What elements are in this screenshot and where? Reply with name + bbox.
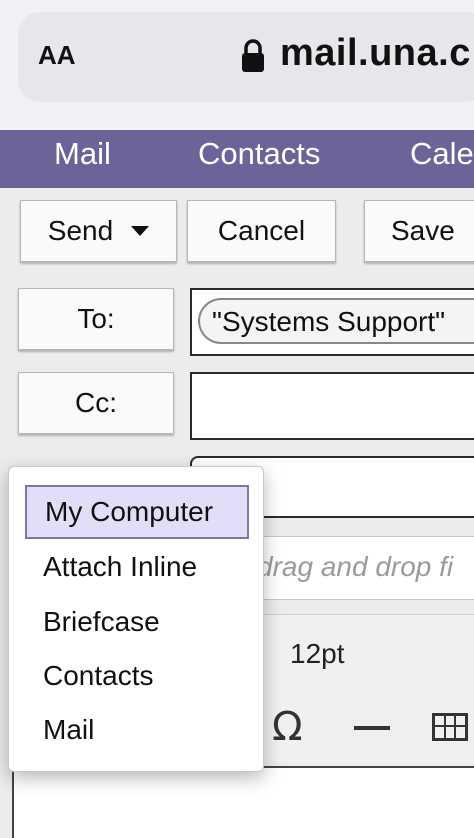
table-icon[interactable] — [432, 713, 468, 741]
menu-item-my-computer[interactable]: My Computer — [25, 485, 249, 539]
menu-item-attach-inline[interactable]: Attach Inline — [25, 540, 249, 594]
cancel-label: Cancel — [217, 215, 306, 246]
horizontal-rule-icon[interactable] — [354, 726, 390, 730]
drop-hint: drag and drop fi — [257, 551, 454, 582]
message-body-editor[interactable] — [12, 766, 474, 838]
attach-menu: My Computer Attach Inline Briefcase Cont… — [8, 466, 264, 772]
send-label: Send — [47, 215, 114, 246]
chevron-down-icon[interactable] — [131, 226, 150, 236]
nav-tab-mail[interactable]: Mail — [54, 136, 111, 172]
menu-item-briefcase[interactable]: Briefcase — [25, 595, 249, 649]
browser-address-bar: AA mail.una.c — [0, 0, 474, 130]
cc-label: Cc: — [75, 387, 117, 418]
nav-tab-contacts[interactable]: Contacts — [198, 136, 320, 172]
cc-field[interactable] — [190, 372, 474, 440]
app-nav-bar: Mail Contacts Cale — [0, 130, 474, 188]
to-field[interactable]: "Systems Support" — [190, 288, 474, 356]
lock-icon — [242, 39, 264, 72]
recipient-chip[interactable]: "Systems Support" — [198, 298, 474, 344]
recipient-name: "Systems Support" — [212, 306, 446, 337]
send-button[interactable]: Send — [20, 200, 177, 262]
save-button[interactable]: Save — [364, 200, 474, 262]
omega-icon[interactable]: Ω — [272, 704, 303, 750]
cc-button[interactable]: Cc: — [18, 372, 174, 434]
page: AA mail.una.c Mail Contacts Cale Send Ca… — [0, 0, 474, 838]
cancel-button[interactable]: Cancel — [187, 200, 336, 262]
font-size-select[interactable]: 12pt — [290, 638, 345, 670]
menu-item-contacts[interactable]: Contacts — [25, 649, 249, 703]
to-button[interactable]: To: — [18, 288, 174, 350]
menu-item-mail[interactable]: Mail — [25, 703, 249, 757]
url-text: mail.una.c — [280, 32, 471, 74]
text-size-button[interactable]: AA — [38, 40, 76, 71]
save-label: Save — [391, 215, 455, 246]
nav-tab-calendar[interactable]: Cale — [410, 136, 474, 172]
to-label: To: — [77, 303, 115, 334]
